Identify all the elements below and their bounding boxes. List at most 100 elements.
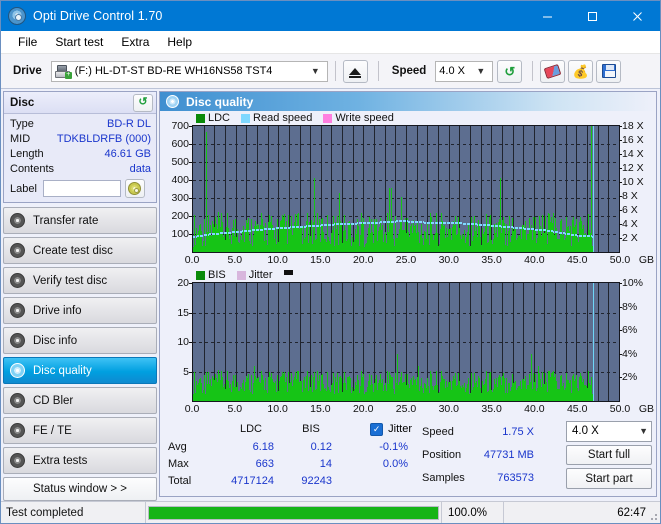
jitter-toggle[interactable]: ✓ Jitter	[340, 422, 418, 436]
disc-icon	[10, 273, 25, 288]
stats-table: LDC BIS ✓ Jitter Avg 6.18 0.12 -0.1% Max	[168, 421, 418, 489]
close-button[interactable]	[615, 1, 660, 31]
sidebar-item-label: CD Bler	[33, 394, 74, 407]
eject-button[interactable]	[342, 59, 368, 83]
disc-icon	[10, 303, 25, 318]
drive-label: Drive	[13, 65, 42, 77]
x-tick-label: 30.0	[438, 403, 460, 415]
disc-row-key: Type	[10, 118, 34, 130]
disc-refresh-button[interactable]: ↺	[133, 93, 153, 112]
window-controls	[525, 1, 660, 31]
end-of-data-marker	[593, 283, 595, 401]
y2-tick-label: 10%	[618, 277, 644, 289]
speed-select[interactable]: 4.0 X ▼	[435, 60, 494, 82]
sidebar-item-verify-test-disc[interactable]: Verify test disc	[3, 267, 157, 294]
disc-panel-title: Disc	[10, 96, 35, 109]
bis-x-axis: 0.0 5.0 10.0 15.0 20.0 25.0 30.0 35.0 40.0 45.0 50…	[185, 402, 654, 417]
y-tick-label: 600	[171, 138, 192, 150]
x-tick-label: 35.0	[481, 254, 502, 266]
ldc-chart-legend: LDC Read speed Write speed	[160, 111, 656, 125]
eject-icon	[349, 67, 362, 78]
menu-file[interactable]: File	[9, 33, 46, 52]
drive-select[interactable]: + (F:) HL-DT-ST BD-RE WH16NS58 TST4 ▼	[50, 60, 328, 82]
stats-right-table: Speed 1.75 X Position 47731 MB Samples 7…	[422, 421, 538, 489]
disc-icon	[10, 213, 25, 228]
y2-tick-label: 16 X	[619, 134, 644, 146]
y-tick-label: 10	[177, 336, 192, 348]
coins-button[interactable]: 💰	[568, 59, 594, 83]
speed-select-value: 4.0 X	[439, 65, 465, 77]
title-bar: Opti Drive Control 1.70	[1, 1, 660, 31]
ldc-x-axis: 0.0 5.0 10.0 15.0 20.0 25.0 30.0 35.0 40.0 45.0 50…	[185, 253, 654, 268]
progress-percent: 100.0%	[441, 501, 503, 523]
y-tick-label: 200	[171, 210, 192, 222]
sidebar-item-disc-quality[interactable]: Disc quality	[3, 357, 157, 384]
x-tick-label: 45.0	[566, 254, 588, 266]
test-speed-select[interactable]: 4.0 X ▼	[566, 421, 652, 442]
start-part-button[interactable]: Start part	[566, 468, 652, 490]
sidebar-item-transfer-rate[interactable]: Transfer rate	[3, 207, 157, 234]
start-full-button[interactable]: Start full	[566, 444, 652, 466]
sidebar-item-create-test-disc[interactable]: Create test disc	[3, 237, 157, 264]
disc-row-value: data	[129, 163, 151, 175]
legend-label-jitter: Jitter	[248, 269, 273, 281]
sidebar-item-extra-tests[interactable]: Extra tests	[3, 447, 157, 474]
y2-tick-label: 2%	[618, 371, 638, 384]
grid-line-h	[193, 312, 619, 314]
menu-extra[interactable]: Extra	[112, 33, 158, 52]
x-tick-label: 25.0	[395, 254, 417, 266]
maximize-button[interactable]	[570, 1, 615, 31]
grid-line-h	[193, 162, 619, 163]
menu-help[interactable]: Help	[158, 33, 201, 52]
y2-tick-label: 18 X	[619, 120, 644, 132]
refresh-icon: ↺	[138, 96, 148, 108]
save-button[interactable]	[596, 59, 622, 83]
stats-header-bis: BIS	[302, 423, 320, 436]
grid-line-h	[193, 371, 619, 373]
sidebar-item-drive-info[interactable]: Drive info	[3, 297, 157, 324]
menu-start-test[interactable]: Start test	[46, 33, 112, 52]
legend-swatch-write-speed	[323, 113, 333, 123]
y2-tick-label: 8%	[618, 300, 638, 313]
refresh-button[interactable]: ↺	[497, 59, 523, 83]
stats-max-jitter: 0.0%	[382, 458, 408, 471]
disc-label-browse-button[interactable]	[124, 179, 145, 198]
stats-max-bis: 14	[319, 458, 332, 471]
x-axis-unit: GB	[638, 254, 654, 266]
disc-label-input[interactable]	[42, 180, 121, 197]
legend-swatch-bis	[196, 270, 205, 280]
stats-avg-jitter: -0.1%	[379, 440, 408, 453]
resize-grip[interactable]	[648, 511, 658, 521]
coins-icon: 💰	[572, 63, 589, 79]
disc-row-value: 46.61 GB	[104, 148, 151, 160]
grid-line-h	[193, 342, 619, 343]
y2-tick-label: 6%	[618, 324, 638, 337]
erase-button[interactable]	[540, 59, 566, 83]
position-stat-label: Position	[422, 448, 462, 461]
toolbar-divider-2	[377, 61, 379, 81]
minimize-button[interactable]	[525, 1, 570, 31]
status-window-button[interactable]: Status window > >	[3, 477, 157, 501]
legend-swatch-read-speed	[241, 113, 251, 123]
x-tick-label: 10.0	[267, 403, 288, 415]
jitter-checkbox[interactable]: ✓	[370, 422, 384, 436]
ldc-plot-wrap: 100 200 300 400 500 600 700 2 X 4 X 6 X 8 X 10 X 12…	[160, 120, 656, 253]
y-tick-label: 5	[183, 365, 192, 378]
disc-row-contents: Contents data	[10, 162, 151, 177]
disc-row-value: BD-R DL	[106, 118, 151, 130]
legend-label-write-speed: Write speed	[335, 112, 394, 124]
sidebar-item-disc-info[interactable]: Disc info	[3, 327, 157, 354]
status-text: Test completed	[6, 506, 84, 519]
y-tick-label: 300	[171, 192, 192, 204]
stats-row-label-total: Total	[168, 475, 192, 488]
sidebar-item-cd-bler[interactable]: CD Bler	[3, 387, 157, 414]
window-title: Opti Drive Control 1.70	[33, 9, 163, 23]
progress-cell	[145, 501, 441, 523]
sidebar-item-fe-te[interactable]: FE / TE	[3, 417, 157, 444]
x-tick-label: 15.0	[310, 403, 331, 415]
sidebar-item-label: Extra tests	[33, 454, 88, 467]
legend-swatch-jitter	[236, 270, 246, 280]
bis-chart-legend: BIS Jitter	[160, 268, 656, 282]
sidebar-item-label: Verify test disc	[33, 274, 108, 287]
x-tick-label: 40.0	[524, 403, 545, 415]
